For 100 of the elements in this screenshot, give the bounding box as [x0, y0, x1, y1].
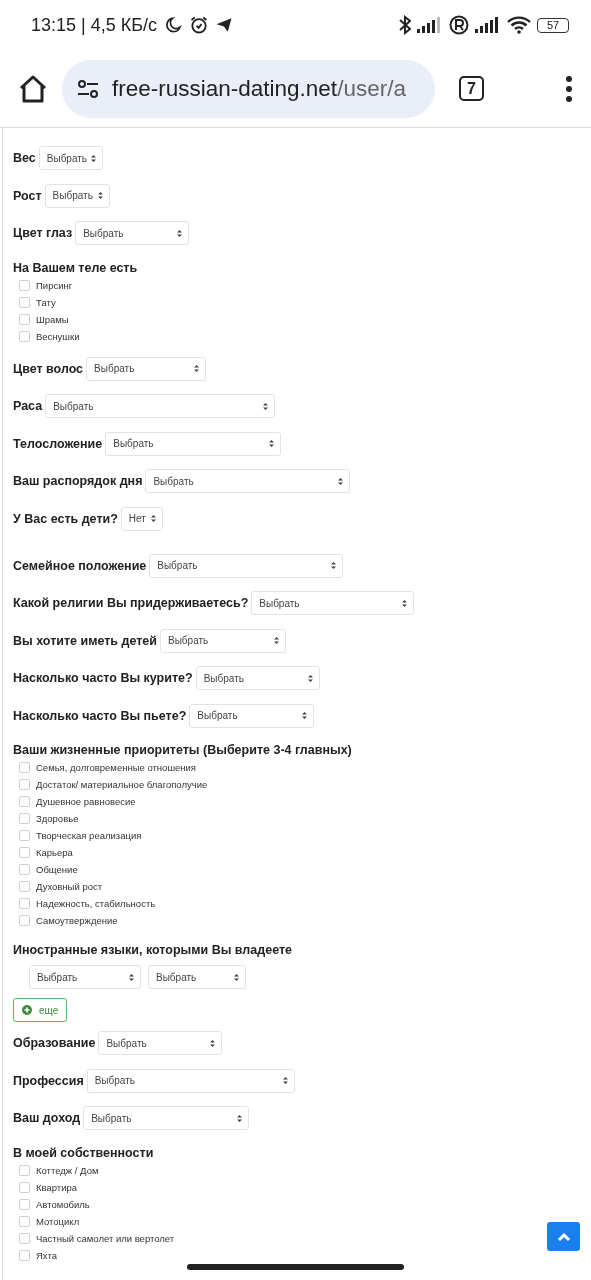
dropdown[interactable]: Выбрать [189, 703, 315, 728]
dropdown[interactable]: Выбрать [75, 221, 190, 245]
dropdown[interactable]: Выбрать [29, 965, 141, 989]
home-icon[interactable] [18, 74, 48, 103]
checkbox[interactable] [19, 847, 30, 858]
checkbox[interactable] [19, 1164, 30, 1176]
tab-count[interactable]: 7 [459, 76, 484, 101]
more-menu-icon[interactable] [565, 74, 573, 103]
field-label: Семейное положение [13, 558, 147, 573]
sort-caret-icon [234, 973, 239, 981]
field-label: Вес [13, 151, 36, 165]
checkbox[interactable] [19, 1198, 30, 1210]
checkbox-label: Мотоцикл [36, 1215, 80, 1227]
dropdown[interactable]: Выбрать [44, 183, 110, 208]
chevron-up-icon [556, 1231, 571, 1242]
dropdown[interactable]: Выбрать [86, 356, 207, 381]
group-heading: Иностранные языки, которыми Вы владеете [13, 942, 293, 959]
checkbox[interactable] [19, 779, 30, 790]
checkbox[interactable] [19, 279, 30, 291]
dropdown[interactable]: Выбрать [86, 1068, 295, 1093]
checkbox-label: Веснушки [36, 330, 80, 342]
checkbox[interactable] [19, 313, 30, 325]
checkbox-label: Автомобиль [36, 1198, 90, 1210]
dropdown[interactable]: Выбрать [145, 469, 351, 493]
checkbox-label: Коттедж / Дом [36, 1164, 99, 1176]
send-icon [215, 16, 234, 34]
checkbox[interactable] [19, 762, 30, 773]
tune-icon[interactable] [76, 78, 100, 99]
dropdown[interactable]: Выбрать [45, 394, 276, 418]
sort-caret-icon [274, 637, 279, 644]
plus-circle-icon [22, 1005, 32, 1015]
checkbox[interactable] [19, 1232, 30, 1244]
roaming-icon [449, 15, 469, 35]
checkbox[interactable] [19, 830, 30, 841]
dropdown[interactable]: Выбрать [160, 628, 286, 653]
sort-caret-icon [237, 1114, 243, 1122]
scroll-top-button[interactable] [547, 1222, 580, 1251]
checkbox-label: Частный самолет или вертолет [36, 1232, 175, 1244]
field-label: Цвет волос [13, 361, 84, 376]
group-heading: Ваши жизненные приоритеты (Выберите 3-4 главных) [13, 742, 353, 759]
checkbox[interactable] [19, 813, 30, 824]
checkbox-label: Здоровье [36, 813, 79, 824]
address-bar[interactable]: free-russian-dating.net/user/a [62, 59, 435, 118]
dropdown[interactable]: Выбрать [148, 965, 246, 989]
dropdown[interactable]: Выбрать [98, 1031, 223, 1055]
field-label: Цвет глаз [13, 226, 73, 240]
battery-indicator: 57 [537, 17, 569, 33]
checkbox-label: Карьера [36, 847, 73, 858]
sort-caret-icon [302, 712, 308, 719]
dropdown[interactable]: Выбрать [105, 431, 282, 456]
checkbox[interactable] [19, 296, 30, 308]
sort-caret-icon [307, 674, 313, 682]
checkbox[interactable] [19, 898, 30, 909]
dropdown[interactable]: Выбрать [38, 146, 103, 170]
field-label: Раса [13, 399, 43, 413]
dropdown[interactable]: Выбрать [195, 666, 320, 690]
checkbox-label: Достаток/ материальное благополучие [36, 779, 208, 790]
checkbox-label: Творческая реализация [36, 830, 142, 841]
dropdown[interactable]: Нет [120, 506, 163, 531]
checkbox-label: Общение [36, 864, 78, 875]
checkbox[interactable] [19, 864, 30, 875]
home-indicator[interactable] [187, 1264, 404, 1270]
checkbox[interactable] [19, 1249, 30, 1261]
checkbox[interactable] [19, 881, 30, 892]
field-label: Профессия [13, 1073, 84, 1088]
add-more-button[interactable]: еще [13, 998, 68, 1022]
field-label: Телосложение [13, 436, 103, 451]
sort-caret-icon [150, 515, 156, 522]
alarm-icon [189, 15, 210, 35]
status-time: 13:15 | 4,5 КБ/с [31, 14, 158, 36]
field-label: Ваш распорядок дня [13, 474, 143, 488]
signal-icon [417, 17, 443, 33]
field-label: Образование [13, 1036, 96, 1050]
sort-caret-icon [338, 477, 344, 485]
sort-caret-icon [177, 229, 183, 237]
sort-caret-icon [194, 365, 200, 372]
checkbox-label: Яхта [36, 1249, 58, 1261]
sort-caret-icon [97, 192, 103, 199]
group-heading: На Вашем теле есть [13, 259, 139, 277]
checkbox-label: Тату [36, 296, 56, 308]
dropdown[interactable]: Выбрать [83, 1106, 250, 1130]
checkbox-label: Духовный рост [36, 881, 103, 892]
dropdown[interactable]: Выбрать [251, 591, 415, 615]
checkbox-label: Пирсинг [36, 279, 73, 291]
field-label: Какой религии Вы придерживаетесь? [13, 596, 249, 610]
field-label: Ваш доход [13, 1111, 81, 1125]
checkbox[interactable] [19, 796, 30, 807]
checkbox[interactable] [19, 1215, 30, 1227]
checkbox[interactable] [19, 915, 30, 926]
signal-icon [475, 17, 501, 33]
field-label: Вы хотите иметь детей [13, 633, 157, 648]
group-heading: В моей собственности [13, 1144, 155, 1162]
url-text: free-russian-dating.net/user/a [112, 75, 406, 102]
field-label: Насколько часто Вы пьете? [13, 708, 187, 723]
checkbox[interactable] [19, 330, 30, 342]
dropdown[interactable]: Выбрать [149, 553, 344, 578]
sort-caret-icon [129, 973, 134, 981]
checkbox[interactable] [19, 1181, 30, 1193]
checkbox-label: Надежность, стабильность [36, 898, 156, 909]
checkbox-label: Квартира [36, 1181, 78, 1193]
